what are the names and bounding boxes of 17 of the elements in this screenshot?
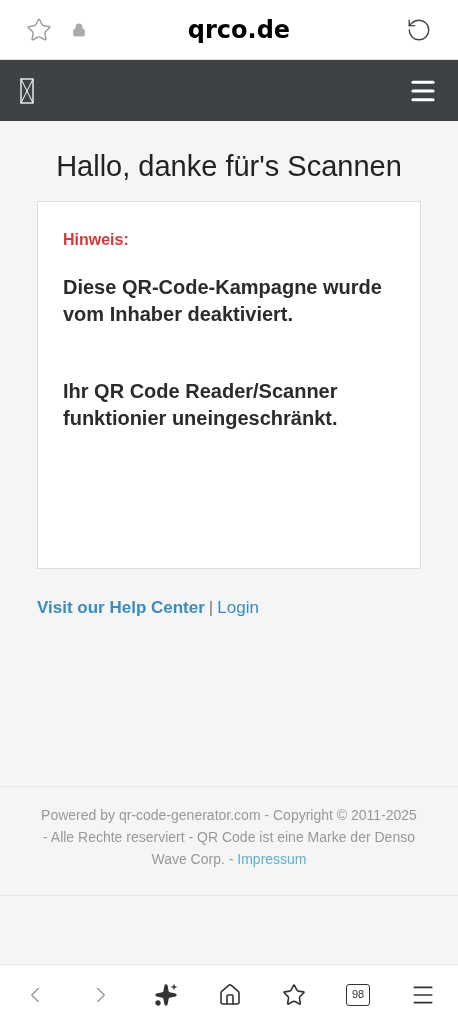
bookmarks-star-icon[interactable] <box>282 982 306 1007</box>
link-separator: | <box>208 596 214 619</box>
address-domain[interactable]: qrco.de <box>187 11 291 48</box>
broken-image-icon <box>20 77 34 104</box>
footer-text: Powered by qr-code-generator.com - Copyright © 2011-2025 - Alle Rechte reserviert - QR Code ist eine Marke der Denso Wave Corp. - Impressum <box>40 806 418 869</box>
sparkles-icon[interactable] <box>154 982 178 1007</box>
bookmark-star-icon[interactable] <box>26 16 52 43</box>
page-link[interactable]: Visit our Help Center <box>37 594 205 620</box>
lock-icon <box>72 22 86 37</box>
page-link[interactable]: Login <box>217 594 259 620</box>
tabs-button[interactable]: 98 <box>346 983 370 1006</box>
home-icon[interactable] <box>218 982 242 1007</box>
page-heading: Hallo, danke für's Scannen <box>55 149 403 184</box>
notice-message: Diese QR-Code-Kampagne wurde vom Inhaber deaktiviert. <box>63 274 383 327</box>
notice-label: Hinweis: <box>63 229 130 250</box>
notice-message: Ihr QR Code Reader/Scanner funktionier uneingeschränkt. <box>63 378 339 431</box>
impressum-link[interactable]: Impressum <box>237 851 307 867</box>
